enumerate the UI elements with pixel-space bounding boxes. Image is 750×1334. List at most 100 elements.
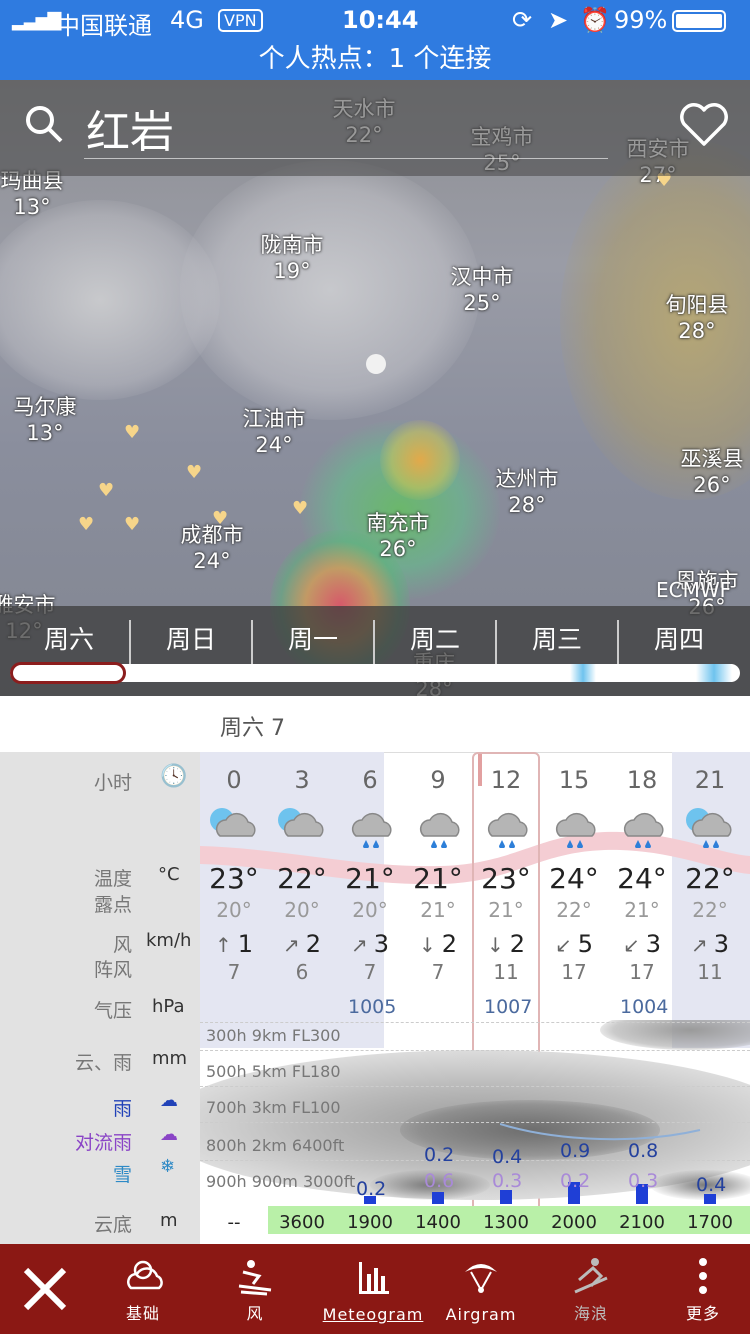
- nav-item-paraglider[interactable]: Airgram: [426, 1244, 536, 1334]
- wind-cell: ↗ 3: [336, 930, 404, 958]
- city-temp: 28°: [678, 319, 716, 343]
- more-icon[interactable]: [683, 1256, 723, 1298]
- basic-weather-icon[interactable]: [123, 1256, 163, 1298]
- label-wind: 风: [112, 934, 132, 956]
- rain-core: [380, 420, 460, 500]
- wind-direction-icon: ↓: [418, 933, 436, 957]
- favorite-heart-icon[interactable]: [678, 102, 730, 148]
- day-tab[interactable]: 周日: [130, 620, 252, 656]
- map-city-label[interactable]: 陇南市 19°: [232, 232, 352, 284]
- gust-value: 7: [363, 960, 377, 984]
- favorite-heart-icon[interactable]: ♥: [124, 422, 140, 443]
- city-temp: 26°: [379, 537, 417, 561]
- location-icon: ➤: [548, 6, 569, 34]
- city-temp: 19°: [273, 259, 311, 283]
- rain-value: 0.4: [696, 1174, 727, 1196]
- close-icon[interactable]: [10, 1254, 80, 1324]
- battery-icon: [672, 10, 726, 32]
- wind-speed-value: 3: [713, 930, 730, 958]
- temperature-value: 24°: [617, 862, 667, 895]
- altitude-gridline: [200, 1050, 750, 1051]
- cloud-base-value: 2000: [551, 1212, 597, 1233]
- hour-label: 15: [558, 766, 590, 794]
- nav-item-surfer[interactable]: 海浪: [536, 1244, 646, 1334]
- gust-value: 11: [493, 960, 519, 984]
- gust-value: 7: [227, 960, 241, 984]
- nav-label: 基础: [125, 1304, 160, 1323]
- dew-point-value: 22°: [692, 898, 728, 922]
- altitude-label: 700h 3km FL100: [206, 1098, 341, 1117]
- wind-speed-value: 2: [509, 930, 526, 958]
- gust-value: 11: [697, 960, 723, 984]
- cloud-base-value: 1900: [347, 1212, 393, 1233]
- timeline-slider[interactable]: [10, 662, 740, 684]
- city-name: 汉中市: [450, 265, 514, 289]
- nav-item-meteogram[interactable]: Meteogram: [318, 1244, 428, 1334]
- surfer-icon[interactable]: [571, 1256, 611, 1298]
- map-city-label[interactable]: 成都市 24°: [152, 522, 272, 574]
- favorite-heart-icon[interactable]: ♥: [78, 514, 94, 535]
- favorite-heart-icon[interactable]: ♥: [186, 462, 202, 483]
- search-bar[interactable]: 红岩: [0, 80, 750, 176]
- favorite-heart-icon[interactable]: ♥: [124, 514, 140, 535]
- wind-speed-value: 3: [645, 930, 662, 958]
- map-city-label[interactable]: 汉中市 25°: [422, 264, 542, 316]
- rain-value: 0.8: [628, 1140, 659, 1162]
- nav-item-basic-weather[interactable]: 基础: [88, 1244, 198, 1334]
- meteogram-icon[interactable]: [353, 1256, 393, 1298]
- partly-rain-icon: [676, 800, 744, 852]
- city-temp: 24°: [255, 433, 293, 457]
- hour-label: 18: [626, 766, 658, 794]
- close-button[interactable]: [10, 1254, 80, 1324]
- wind-surf-icon[interactable]: [235, 1256, 275, 1298]
- map-city-label[interactable]: 马尔康 13°: [0, 394, 105, 446]
- wind-cell: ↑ 1: [200, 930, 268, 958]
- gust-value: 6: [295, 960, 309, 984]
- label-temp: 温度: [93, 868, 132, 890]
- search-icon[interactable]: [24, 104, 64, 144]
- partly-cloudy-icon: [268, 800, 336, 852]
- day-tab[interactable]: 周四: [618, 620, 740, 656]
- paraglider-icon[interactable]: [461, 1256, 501, 1298]
- map-city-label[interactable]: 达州市 28°: [467, 466, 587, 518]
- day-tab[interactable]: 周六: [8, 620, 130, 656]
- favorite-heart-icon[interactable]: ♥: [212, 508, 228, 529]
- favorite-heart-icon[interactable]: ♥: [98, 480, 114, 501]
- nav-label: 风: [246, 1304, 264, 1323]
- pressure-value: 1007: [484, 996, 533, 1018]
- unit-cloud: mm: [152, 1048, 188, 1069]
- location-name[interactable]: 红岩: [86, 96, 174, 160]
- model-label[interactable]: ECMWF: [656, 578, 731, 602]
- temperature-value: 22°: [277, 862, 327, 895]
- cloud-base-value: 3600: [279, 1212, 325, 1233]
- altitude-label: 900h 900m 3000ft: [206, 1172, 356, 1191]
- nav-item-more[interactable]: 更多: [648, 1244, 750, 1334]
- wind-direction-icon: ↙: [554, 933, 572, 957]
- map-city-label[interactable]: 南充市 26°: [338, 510, 458, 562]
- timeline-handle[interactable]: [10, 662, 126, 684]
- wind-cell: ↓ 2: [404, 930, 472, 958]
- day-tab[interactable]: 周二: [374, 620, 496, 656]
- rain-legend-icon: ☁: [160, 1090, 178, 1111]
- nav-item-wind-surf[interactable]: 风: [200, 1244, 310, 1334]
- hotspot-banner[interactable]: 个人热点：1 个连接: [0, 40, 750, 80]
- map-city-label[interactable]: 巫溪县 26°: [652, 446, 750, 498]
- pressure-value: 1004: [620, 996, 669, 1018]
- temperature-value: 22°: [685, 862, 735, 895]
- city-name: 陇南市: [260, 233, 324, 257]
- map-city-label[interactable]: 旬阳县 28°: [637, 292, 750, 344]
- day-tab[interactable]: 周三: [496, 620, 618, 656]
- city-temp: 13°: [26, 421, 64, 445]
- hour-label: 21: [694, 766, 726, 794]
- current-location-dot: [366, 354, 386, 374]
- map-city-label[interactable]: 江油市 24°: [214, 406, 334, 458]
- rain-bar: [432, 1192, 444, 1204]
- rain-value: 0.4: [492, 1146, 523, 1168]
- day-tab[interactable]: 周一: [252, 620, 374, 656]
- carrier-label: 中国联通: [56, 12, 152, 40]
- city-name: 江油市: [242, 407, 306, 431]
- rain-cloud-icon: [472, 800, 540, 852]
- favorite-heart-icon[interactable]: ♥: [292, 498, 308, 519]
- search-underline: [84, 158, 608, 159]
- day-separator: [129, 620, 131, 664]
